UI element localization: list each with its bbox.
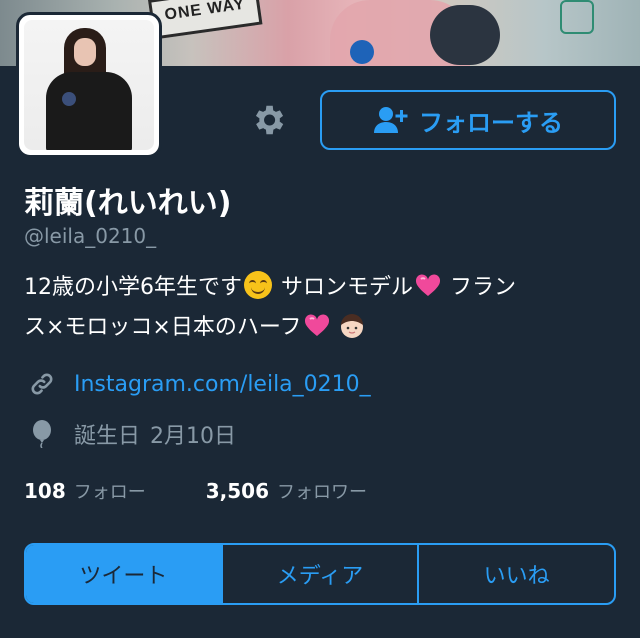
avatar[interactable]: [16, 12, 162, 158]
profile-link-row: Instagram.com/leila_0210_: [28, 370, 371, 398]
profile-handle: @leila_0210_: [24, 224, 157, 248]
tab-media[interactable]: メディア: [220, 545, 418, 603]
banner-sign: ONE WAY: [148, 0, 263, 40]
gear-icon[interactable]: [248, 100, 288, 140]
profile-birthday-row: 誕生日 2月10日: [28, 418, 236, 450]
birthday-value: 2月10日: [150, 424, 237, 449]
following-stat[interactable]: 108 フォロー: [24, 478, 146, 504]
followers-label: フォロワー: [277, 482, 368, 503]
link-icon: [28, 370, 56, 398]
following-label: フォロー: [73, 482, 146, 503]
add-user-icon: [373, 105, 409, 135]
profile-tabs: ツイート メディア いいね: [24, 543, 616, 605]
birthday-label: 誕生日: [74, 424, 141, 449]
smile-emoji-icon: [244, 271, 272, 299]
following-count: 108: [24, 479, 66, 503]
girl-emoji-icon: [338, 312, 366, 340]
profile-link[interactable]: Instagram.com/leila_0210_: [74, 372, 371, 397]
followers-stat[interactable]: 3,506 フォロワー: [206, 478, 367, 504]
heart-emoji-icon: [415, 274, 441, 298]
profile-bio: 12歳の小学6年生です サロンモデル フラン ス×モロッコ×日本のハーフ: [24, 268, 624, 348]
tab-tweets[interactable]: ツイート: [26, 545, 221, 603]
profile-stats: 108 フォロー 3,506 フォロワー: [24, 478, 367, 504]
heart-emoji-icon: [304, 314, 330, 338]
followers-count: 3,506: [205, 479, 270, 503]
balloon-icon: [28, 420, 56, 448]
follow-button-label: フォローする: [419, 108, 563, 137]
profile-name: 莉蘭(れいれい): [24, 186, 232, 221]
avatar-photo: [24, 20, 154, 150]
tab-likes[interactable]: いいね: [417, 545, 614, 603]
follow-button[interactable]: フォローする: [320, 90, 616, 150]
